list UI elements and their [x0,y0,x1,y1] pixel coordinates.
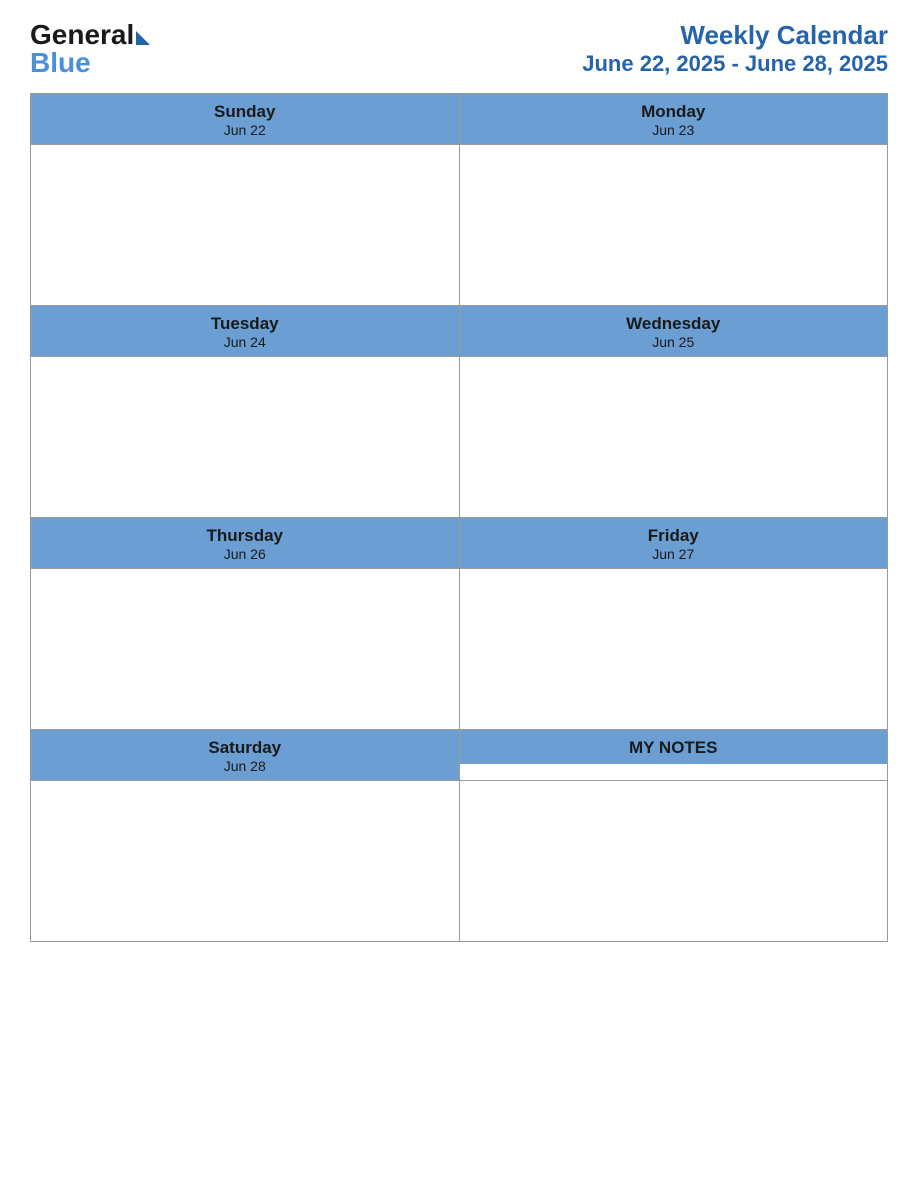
friday-header: Friday Jun 27 [460,518,888,568]
sunday-header-cell: Sunday Jun 22 [31,94,460,145]
tuesday-name: Tuesday [35,314,455,334]
saturday-header: Saturday Jun 28 [31,730,459,780]
sunday-date: Jun 22 [35,122,455,138]
calendar-table: Sunday Jun 22 Monday Jun 23 Tuesday Jun … [30,93,888,942]
row-3-headers: Thursday Jun 26 Friday Jun 27 [31,518,888,569]
sunday-header: Sunday Jun 22 [31,94,459,144]
friday-body [459,569,888,730]
friday-name: Friday [464,526,884,546]
saturday-header-cell: Saturday Jun 28 [31,730,460,781]
notes-label: MY NOTES [464,738,884,758]
wednesday-body [459,357,888,518]
notes-header: MY NOTES [460,730,888,764]
thursday-header-cell: Thursday Jun 26 [31,518,460,569]
saturday-date: Jun 28 [35,758,455,774]
row-2-headers: Tuesday Jun 24 Wednesday Jun 25 [31,306,888,357]
tuesday-header-cell: Tuesday Jun 24 [31,306,460,357]
logo: General Blue [30,21,150,77]
page-header: General Blue Weekly Calendar June 22, 20… [30,20,888,77]
row-4-headers: Saturday Jun 28 MY NOTES [31,730,888,781]
logo-blue: Blue [30,49,150,77]
thursday-name: Thursday [35,526,455,546]
row-1-body [31,145,888,306]
saturday-name: Saturday [35,738,455,758]
logo-general: General [30,21,134,49]
sunday-body [31,145,460,306]
tuesday-body [31,357,460,518]
logo-triangle-icon [136,31,150,45]
friday-header-cell: Friday Jun 27 [459,518,888,569]
row-4-body [31,781,888,942]
wednesday-header-cell: Wednesday Jun 25 [459,306,888,357]
notes-body [459,781,888,942]
row-2-body [31,357,888,518]
tuesday-header: Tuesday Jun 24 [31,306,459,356]
wednesday-header: Wednesday Jun 25 [460,306,888,356]
monday-date: Jun 23 [464,122,884,138]
notes-header-cell: MY NOTES [459,730,888,781]
wednesday-date: Jun 25 [464,334,884,350]
wednesday-name: Wednesday [464,314,884,334]
saturday-body [31,781,460,942]
monday-name: Monday [464,102,884,122]
tuesday-date: Jun 24 [35,334,455,350]
row-3-body [31,569,888,730]
row-1-headers: Sunday Jun 22 Monday Jun 23 [31,94,888,145]
calendar-title: Weekly Calendar [582,20,888,51]
monday-body [459,145,888,306]
title-section: Weekly Calendar June 22, 2025 - June 28,… [582,20,888,77]
monday-header-cell: Monday Jun 23 [459,94,888,145]
thursday-body [31,569,460,730]
thursday-date: Jun 26 [35,546,455,562]
sunday-name: Sunday [35,102,455,122]
friday-date: Jun 27 [464,546,884,562]
calendar-subtitle: June 22, 2025 - June 28, 2025 [582,51,888,77]
monday-header: Monday Jun 23 [460,94,888,144]
thursday-header: Thursday Jun 26 [31,518,459,568]
